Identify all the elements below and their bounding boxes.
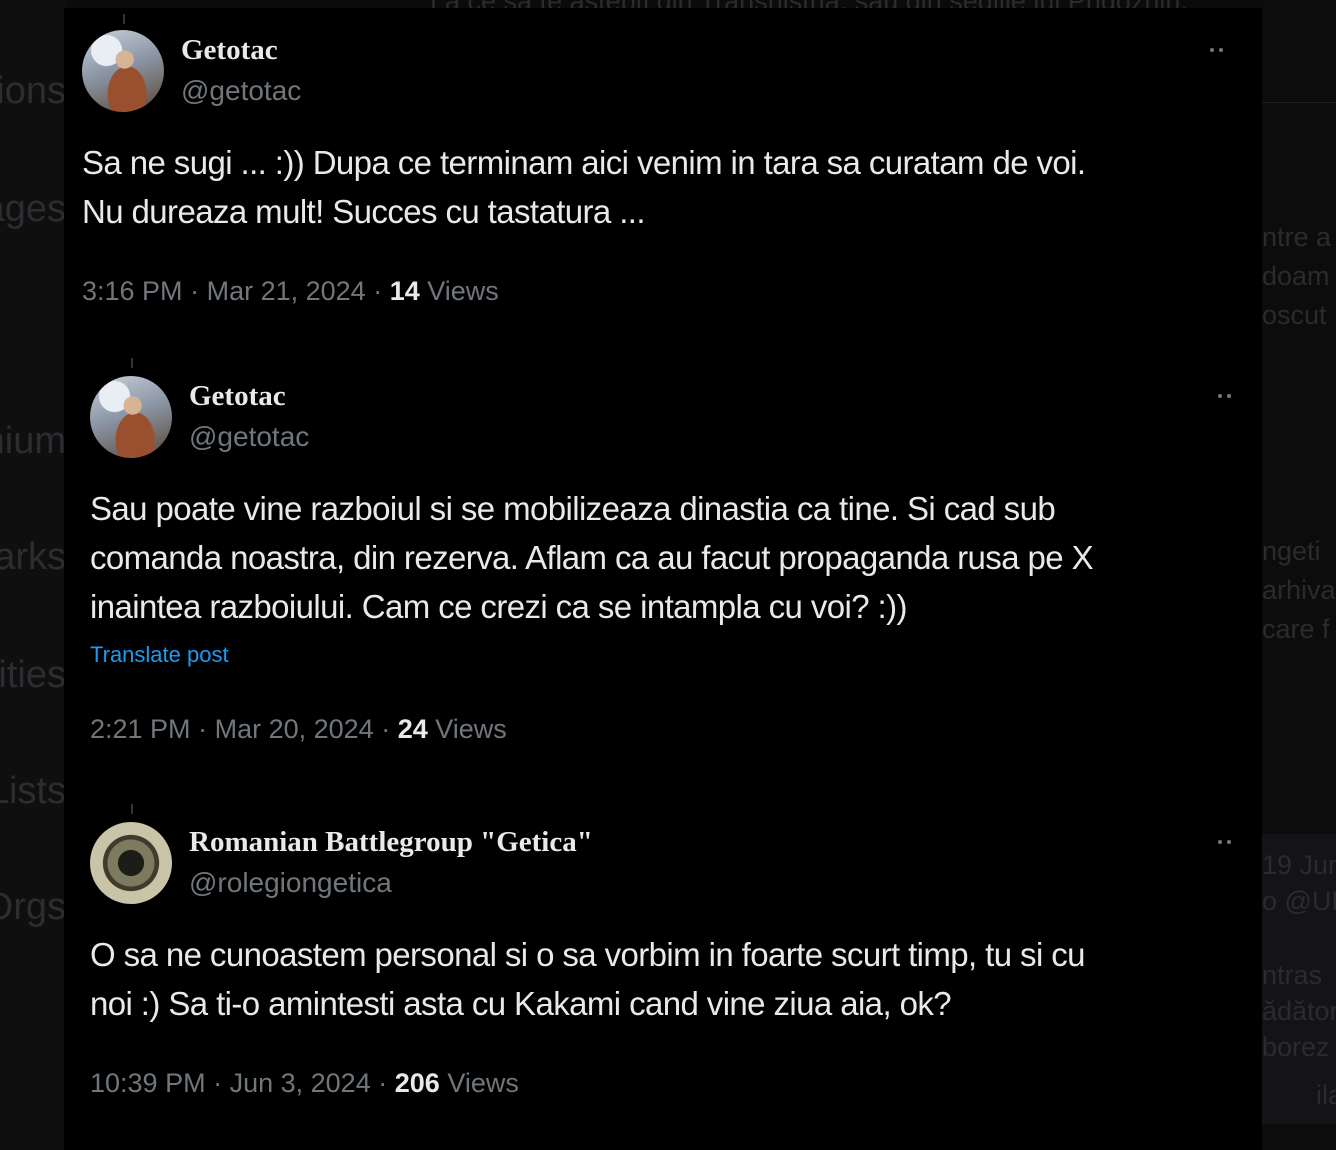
- emblem-avatar[interactable]: [90, 822, 172, 904]
- bg-right-text: o @UK: [1262, 886, 1336, 916]
- display-name[interactable]: Romanian Battlegroup "Getica": [189, 826, 593, 859]
- tweet[interactable]: Romanian Battlegroup "Getica" @rolegiong…: [64, 800, 1262, 1140]
- translate-post-link[interactable]: Translate post: [90, 642, 229, 668]
- bg-nav-item: Bookmarks: [0, 536, 66, 578]
- tweet-meta: 10:39 PM · Jun 3, 2024 · 206 Views: [90, 1068, 519, 1098]
- display-name[interactable]: Getotac: [189, 380, 286, 413]
- bg-right-text: oscut: [1262, 300, 1327, 330]
- tweet-time[interactable]: 3:16 PM: [82, 276, 183, 306]
- views-label: Views: [427, 276, 499, 306]
- more-options-icon[interactable]: [1216, 390, 1238, 402]
- tweet-text: Sau poate vine razboiul si se mobilizeaz…: [90, 484, 1258, 631]
- tweet-text-line: Sa ne sugi ... :)) Dupa ce terminam aici…: [82, 144, 1086, 181]
- bg-right-text: care f: [1262, 614, 1330, 644]
- tweet-time[interactable]: 2:21 PM: [90, 714, 191, 744]
- tweet-text-line: comanda noastra, din rezerva. Aflam ca a…: [90, 539, 1094, 576]
- bg-nav-item: Messages: [0, 188, 66, 230]
- bg-nav-item: Lists: [0, 770, 66, 812]
- views-count: 24: [397, 714, 428, 744]
- more-options-icon[interactable]: [1216, 836, 1238, 848]
- tweet-text-line: Sau poate vine razboiul si se mobilizeaz…: [90, 490, 1056, 527]
- bg-right-text: ntre a: [1262, 222, 1332, 252]
- user-handle[interactable]: @getotac: [181, 75, 301, 107]
- thread-connector: [131, 358, 133, 368]
- bg-right-text: arhiva: [1262, 575, 1336, 605]
- bg-right-text: doam: [1262, 261, 1330, 291]
- avatar[interactable]: [82, 30, 164, 112]
- bg-right-text: 19 Jun: [1262, 850, 1336, 880]
- thread-connector: [123, 14, 125, 24]
- bg-nav-item: Communities: [0, 654, 66, 696]
- screenshot-collage: Notifications Messages Premium Bookmarks…: [0, 0, 1336, 1150]
- tweet-text-line: Nu dureaza mult! Succes cu tastatura ...: [82, 193, 646, 230]
- bg-right-text: ila: [1316, 1080, 1336, 1110]
- tweet-meta: 3:16 PM · Mar 21, 2024 · 14 Views: [82, 276, 499, 306]
- tweet-date[interactable]: Mar 21, 2024: [207, 276, 366, 306]
- bg-divider: [1262, 102, 1336, 103]
- bg-nav-item: Premium: [0, 420, 66, 462]
- views-count: 14: [389, 276, 420, 306]
- tweet-text-line: O sa ne cunoastem personal si o sa vorbi…: [90, 936, 1086, 973]
- thread-connector: [131, 804, 133, 814]
- tweet-date[interactable]: Jun 3, 2024: [230, 1068, 371, 1098]
- tweet-text-line: noi :) Sa ti-o amintesti asta cu Kakami …: [90, 985, 952, 1022]
- background-left-nav: Notifications Messages Premium Bookmarks…: [0, 0, 66, 1150]
- tweet-text: O sa ne cunoastem personal si o sa vorbi…: [90, 930, 1258, 1028]
- tweet-text: Sa ne sugi ... :)) Dupa ce terminam aici…: [82, 138, 1252, 236]
- views-count: 206: [394, 1068, 440, 1098]
- bg-nav-item: Verified Orgs: [0, 886, 66, 928]
- tweet-date[interactable]: Mar 20, 2024: [215, 714, 374, 744]
- tweet-panel: Getotac @getotac Sa ne sugi ... :)) Dupa…: [64, 8, 1262, 1150]
- bg-right-text: ntras: [1262, 960, 1323, 990]
- views-label: Views: [447, 1068, 519, 1098]
- user-handle[interactable]: @getotac: [189, 421, 309, 453]
- bg-right-text: ădător: [1262, 996, 1336, 1026]
- more-options-icon[interactable]: [1208, 44, 1230, 56]
- tweet[interactable]: Getotac @getotac Sau poate vine razboiul…: [64, 354, 1262, 784]
- bg-nav-item: Notifications: [0, 70, 66, 112]
- views-label: Views: [435, 714, 507, 744]
- tweet-text-line: inaintea razboiului. Cam ce crezi ca se …: [90, 588, 907, 625]
- bg-right-text: borez: [1262, 1032, 1330, 1062]
- tweet-meta: 2:21 PM · Mar 20, 2024 · 24 Views: [90, 714, 507, 744]
- user-handle[interactable]: @rolegiongetica: [189, 867, 392, 899]
- display-name[interactable]: Getotac: [181, 34, 278, 67]
- avatar[interactable]: [90, 376, 172, 458]
- bg-right-text: ngeti: [1262, 536, 1321, 566]
- tweet-time[interactable]: 10:39 PM: [90, 1068, 206, 1098]
- tweet[interactable]: Getotac @getotac Sa ne sugi ... :)) Dupa…: [64, 8, 1262, 348]
